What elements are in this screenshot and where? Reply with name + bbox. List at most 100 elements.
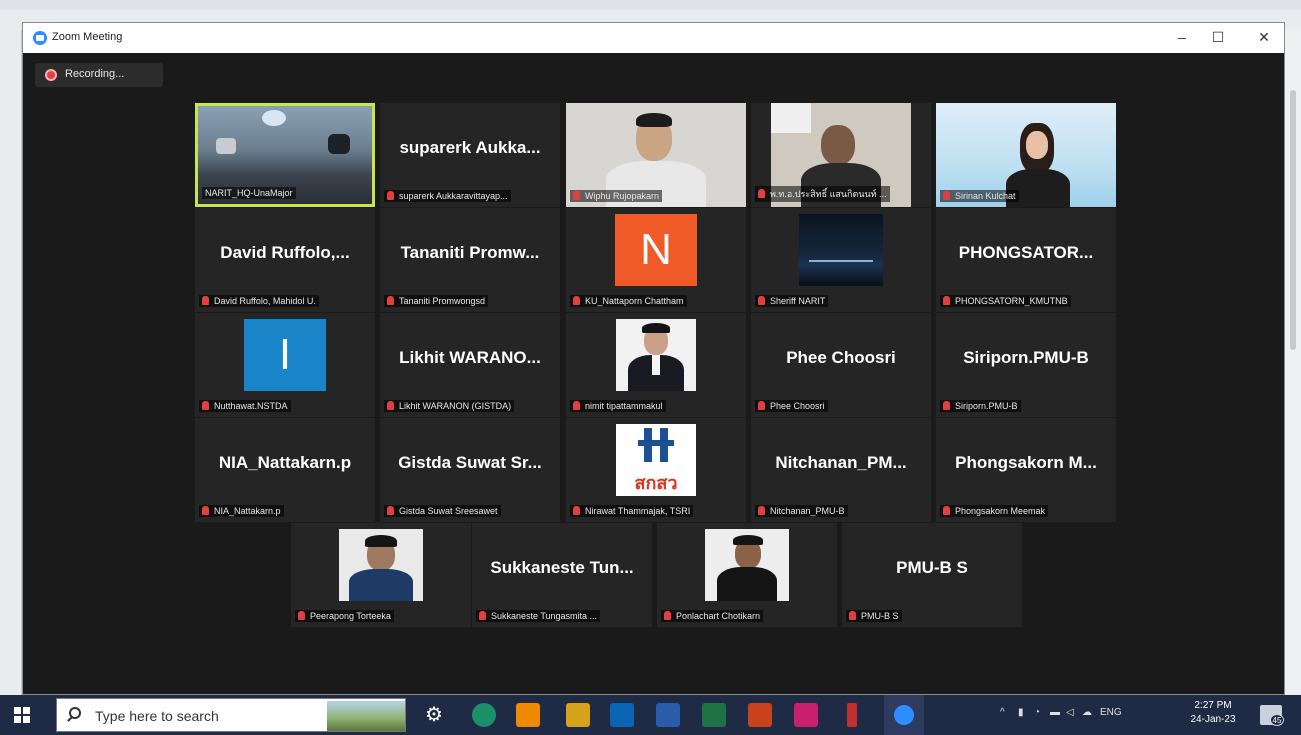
edge-browser-icon[interactable] bbox=[472, 703, 496, 727]
participant-tile[interactable]: พ.ท.อ.ประสิทธิ์ แสนกิตนนท์ ... bbox=[751, 103, 931, 207]
muted-mic-icon bbox=[387, 401, 394, 410]
participant-tile[interactable]: PHONGSATOR... PHONGSATORN_KMUTNB bbox=[936, 208, 1116, 312]
participant-name-label: NARIT_HQ-UnaMajor bbox=[202, 187, 296, 199]
participant-name: Gistda Suwat Sreesawet bbox=[399, 506, 498, 516]
participant-name-label: suparerk Aukkaravittayap... bbox=[384, 190, 511, 202]
participant-tile[interactable]: NIA_Nattakarn.p NIA_Nattakarn.p bbox=[195, 418, 375, 522]
participant-name: Phongsakorn Meemak bbox=[955, 506, 1046, 516]
taskbar-search-box[interactable]: Type here to search bbox=[56, 698, 406, 732]
participant-tile[interactable]: Sheriff NARIT bbox=[751, 208, 931, 312]
close-button[interactable]: ✕ bbox=[1249, 27, 1279, 47]
participant-photo bbox=[705, 529, 789, 601]
participant-name-label: Nutthawat.NSTDA bbox=[199, 400, 291, 412]
participant-name: Nitchanan_PMU-B bbox=[770, 506, 845, 516]
participant-name: Peerapong Torteeka bbox=[310, 611, 391, 621]
onedrive-cloud-icon[interactable]: ☁ bbox=[1082, 707, 1092, 718]
participant-name: Siriporn.PMU-B bbox=[955, 401, 1018, 411]
recording-indicator[interactable]: Recording... bbox=[35, 63, 163, 87]
participant-name: Ponlachart Chotikarn bbox=[676, 611, 761, 621]
file-explorer-icon[interactable] bbox=[566, 703, 590, 727]
participant-name: พ.ท.อ.ประสิทธิ์ แสนกิตนนท์ ... bbox=[770, 189, 887, 199]
participant-tile[interactable]: Tananiti Promw... Tananiti Promwongsd bbox=[380, 208, 560, 312]
participant-photo bbox=[339, 529, 423, 601]
participant-tile[interactable]: Peerapong Torteeka bbox=[291, 523, 471, 627]
muted-mic-icon bbox=[758, 506, 765, 515]
title-bar: Zoom Meeting – ☐ ✕ bbox=[23, 23, 1284, 53]
clock-date: 24-Jan-23 bbox=[1190, 714, 1236, 725]
notification-count: 45 bbox=[1270, 714, 1284, 726]
participant-tile[interactable]: N KU_Nattaporn Chattham bbox=[566, 208, 746, 312]
participant-tile[interactable]: Ponlachart Chotikarn bbox=[657, 523, 837, 627]
participant-name-label: Likhit WARANON (GISTDA) bbox=[384, 400, 515, 412]
language-indicator[interactable]: ENG bbox=[1100, 707, 1122, 718]
participant-tile[interactable]: PMU-B S PMU-B S bbox=[842, 523, 1022, 627]
participant-display-name: Likhit WARANO... bbox=[399, 348, 541, 367]
search-placeholder: Type here to search bbox=[95, 708, 219, 724]
participant-tile[interactable]: สกสว Nirawat Thammajak, TSRI bbox=[566, 418, 746, 522]
participant-name: nimit tipattammakul bbox=[585, 401, 663, 411]
windows-start-icon[interactable] bbox=[14, 707, 30, 723]
search-highlight-image bbox=[327, 701, 405, 731]
participant-name: Wiphu Rujopakarn bbox=[585, 191, 660, 201]
participant-name-label: พ.ท.อ.ประสิทธิ์ แสนกิตนนท์ ... bbox=[755, 186, 890, 202]
muted-mic-icon bbox=[298, 611, 305, 620]
participant-name: Tananiti Promwongsd bbox=[399, 296, 486, 306]
participant-avatar: I bbox=[244, 319, 326, 391]
battery-icon[interactable]: ▮ bbox=[1018, 707, 1024, 718]
muted-mic-icon bbox=[943, 191, 950, 200]
zoom-taskbar-button[interactable] bbox=[884, 695, 924, 735]
word-icon[interactable] bbox=[656, 703, 680, 727]
tsri-wordmark: สกสว bbox=[634, 473, 678, 493]
participant-name: David Ruffolo, Mahidol U. bbox=[214, 296, 316, 306]
participant-name-label: Sukkaneste Tungasmita ... bbox=[476, 610, 601, 622]
participant-name-label: nimit tipattammakul bbox=[570, 400, 666, 412]
participant-tile[interactable]: Wiphu Rujopakarn bbox=[566, 103, 746, 207]
outlook-icon[interactable] bbox=[610, 703, 634, 727]
muted-mic-icon bbox=[202, 296, 209, 305]
excel-icon[interactable] bbox=[702, 703, 726, 727]
participant-name-label: Nitchanan_PMU-B bbox=[755, 505, 848, 517]
maximize-button[interactable]: ☐ bbox=[1203, 27, 1233, 47]
participant-name: Sheriff NARIT bbox=[770, 296, 826, 306]
participant-name-label: Sheriff NARIT bbox=[755, 295, 829, 307]
participant-tile[interactable]: Sukkaneste Tun... Sukkaneste Tungasmita .… bbox=[472, 523, 652, 627]
participant-name: Nirawat Thammajak, TSRI bbox=[585, 506, 691, 516]
participant-name-label: David Ruffolo, Mahidol U. bbox=[199, 295, 319, 307]
participant-tile[interactable]: David Ruffolo,... David Ruffolo, Mahidol … bbox=[195, 208, 375, 312]
participant-tile[interactable]: nimit tipattammakul bbox=[566, 313, 746, 417]
participant-tile[interactable]: NARIT_HQ-UnaMajor bbox=[195, 103, 375, 207]
zoom-logo-icon bbox=[33, 31, 47, 45]
show-hidden-icons[interactable]: ^ bbox=[1000, 707, 1005, 718]
muted-mic-icon bbox=[943, 506, 950, 515]
background-scrollbar[interactable] bbox=[1285, 30, 1301, 695]
minimize-button[interactable]: – bbox=[1167, 27, 1197, 47]
participant-logo: สกสว bbox=[616, 424, 696, 496]
participant-display-name: NIA_Nattakarn.p bbox=[218, 453, 352, 472]
notification-center-icon[interactable]: 45 bbox=[1260, 705, 1284, 726]
paint-icon[interactable] bbox=[840, 703, 864, 727]
line-app-icon[interactable] bbox=[516, 703, 540, 727]
participant-tile[interactable]: I Nutthawat.NSTDA bbox=[195, 313, 375, 417]
participant-name-label: Phee Choosri bbox=[755, 400, 828, 412]
powerpoint-icon[interactable] bbox=[748, 703, 772, 727]
volume-icon[interactable]: ◁ bbox=[1066, 707, 1074, 718]
participant-tile[interactable]: Sirinan Kulchat bbox=[936, 103, 1116, 207]
record-icon bbox=[45, 69, 57, 81]
participant-tile[interactable]: Siriporn.PMU-B Siriporn.PMU-B bbox=[936, 313, 1116, 417]
participant-tile[interactable]: suparerk Aukka... suparerk Aukkaravittaya… bbox=[380, 103, 560, 207]
participant-display-name: Sukkaneste Tun... bbox=[490, 558, 634, 577]
participant-tile[interactable]: Likhit WARANO... Likhit WARANON (GISTDA) bbox=[380, 313, 560, 417]
participant-tile[interactable]: Phongsakorn M... Phongsakorn Meemak bbox=[936, 418, 1116, 522]
monitor-icon[interactable]: ▬ bbox=[1050, 707, 1060, 718]
participant-tile[interactable]: Gistda Suwat Sr... Gistda Suwat Sreesawet bbox=[380, 418, 560, 522]
participant-tile[interactable]: Nitchanan_PM... Nitchanan_PMU-B bbox=[751, 418, 931, 522]
network-icon[interactable]: ◔ bbox=[1034, 707, 1040, 718]
search-icon bbox=[69, 707, 81, 719]
settings-gear-icon[interactable]: ⚙ bbox=[422, 703, 446, 727]
media-player-icon[interactable] bbox=[794, 703, 818, 727]
participant-image bbox=[799, 214, 883, 286]
muted-mic-icon bbox=[573, 191, 580, 200]
recording-label: Recording... bbox=[65, 68, 125, 80]
taskbar-clock[interactable]: 2:27 PM 24-Jan-23 bbox=[1190, 699, 1236, 727]
participant-tile[interactable]: Phee Choosri Phee Choosri bbox=[751, 313, 931, 417]
